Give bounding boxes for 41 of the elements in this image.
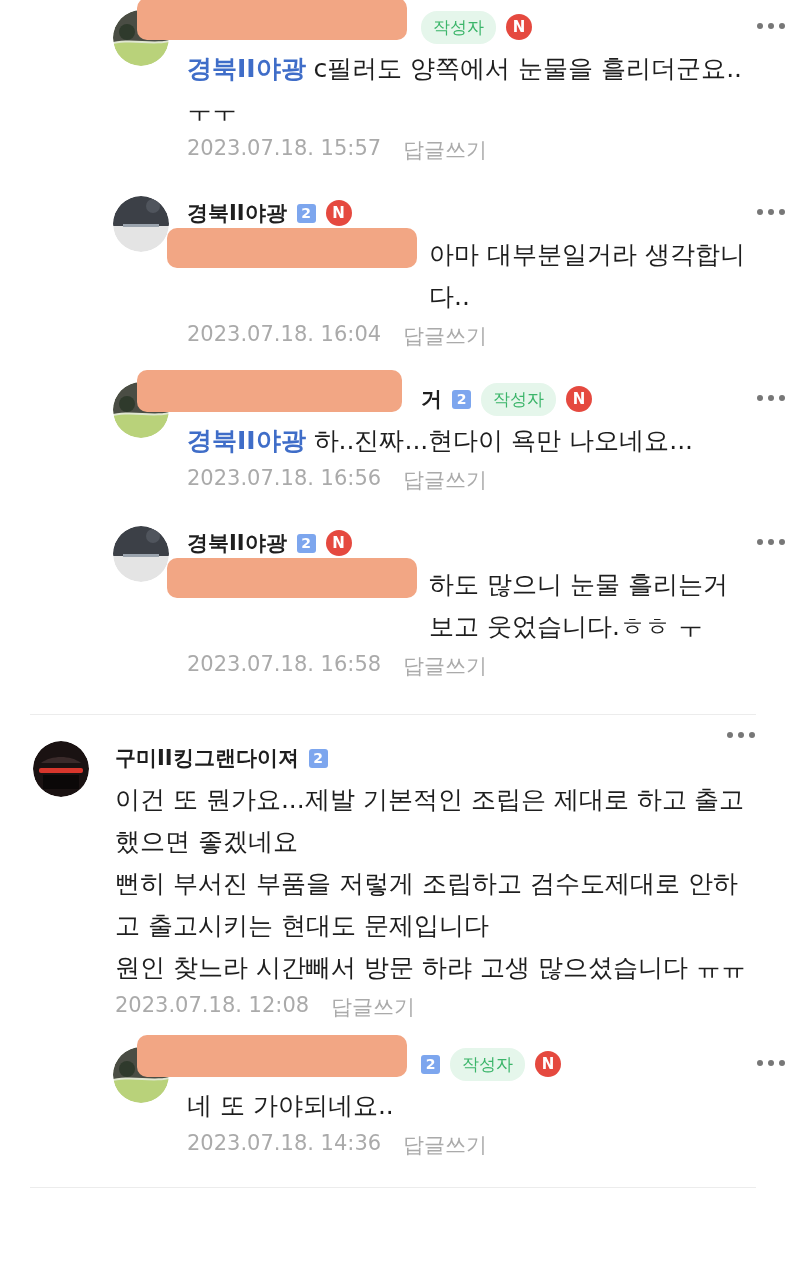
author-name[interactable]: 거 [421, 385, 442, 413]
reply-link[interactable]: 답글쓰기 [403, 652, 488, 680]
level-badge: 2 [296, 203, 316, 223]
reply-link[interactable]: 답글쓰기 [331, 993, 416, 1021]
author-name[interactable]: 경북II야광 [187, 529, 287, 557]
comment-text: 경북II야광 하..진짜...현다이 욕만 나오네요... [187, 425, 694, 457]
new-badge: N [325, 530, 352, 556]
comment-text: 네 또 가야되네요.. [187, 1090, 394, 1122]
more-icon[interactable] [756, 538, 786, 546]
reply-link[interactable]: 답글쓰기 [403, 322, 488, 350]
more-icon[interactable] [756, 22, 786, 30]
reply-link[interactable]: 답글쓰기 [403, 136, 488, 164]
level-badge: 2 [296, 533, 316, 553]
comment-text: 이건 또 뭔가요...제발 기본적인 조립은 제대로 하고 출고했으면 좋겠네요 뻔히 부서진 부품을 저렇게 조립하고 검수도제대로 안하고 출고시키는 현대도 문제입니다 원인 찾느라 시간빼서 방문 하랴 고생 많으셨습니다 ㅠㅠ [115, 784, 747, 984]
comment-text: 경북II야광 c필러도 양쪽에서 눈물을 흘리더군요..ㅜㅜ [187, 53, 744, 127]
new-badge: N [506, 14, 532, 40]
author-name[interactable]: 경북II야광 [187, 199, 287, 227]
comment-text: 아마 대부분일거라 생각합니다.. [429, 239, 746, 313]
more-icon[interactable] [726, 731, 756, 739]
new-badge: N [325, 200, 352, 226]
comment-date: 2023.07.18. 16:04 [187, 322, 382, 348]
author-name[interactable]: 구미II킹그랜다이져 [115, 744, 299, 772]
comment-date: 2023.07.18. 15:57 [187, 136, 382, 162]
new-badge: N [566, 386, 592, 412]
more-icon[interactable] [756, 394, 786, 402]
more-icon[interactable] [756, 208, 786, 216]
level-badge: 2 [308, 748, 328, 768]
reply-link[interactable]: 답글쓰기 [403, 1131, 488, 1159]
reply-link[interactable]: 답글쓰기 [403, 466, 488, 494]
author-tag: 작성자 [421, 10, 496, 44]
comment-date: 2023.07.18. 14:36 [187, 1131, 382, 1157]
author-tag: 작성자 [450, 1047, 525, 1081]
comment-date: 2023.07.18. 12:08 [115, 993, 310, 1019]
new-badge: N [535, 1051, 561, 1077]
comment-date: 2023.07.18. 16:56 [187, 466, 382, 492]
comment-text: 하도 많으니 눈물 흘리는거 보고 웃었습니다.ㅎㅎ ㅜ [429, 569, 729, 643]
author-tag: 작성자 [481, 382, 556, 416]
level-badge: 2 [452, 389, 471, 409]
level-badge: 2 [421, 1054, 440, 1074]
comment-date: 2023.07.18. 16:58 [187, 652, 382, 678]
more-icon[interactable] [756, 1059, 786, 1067]
